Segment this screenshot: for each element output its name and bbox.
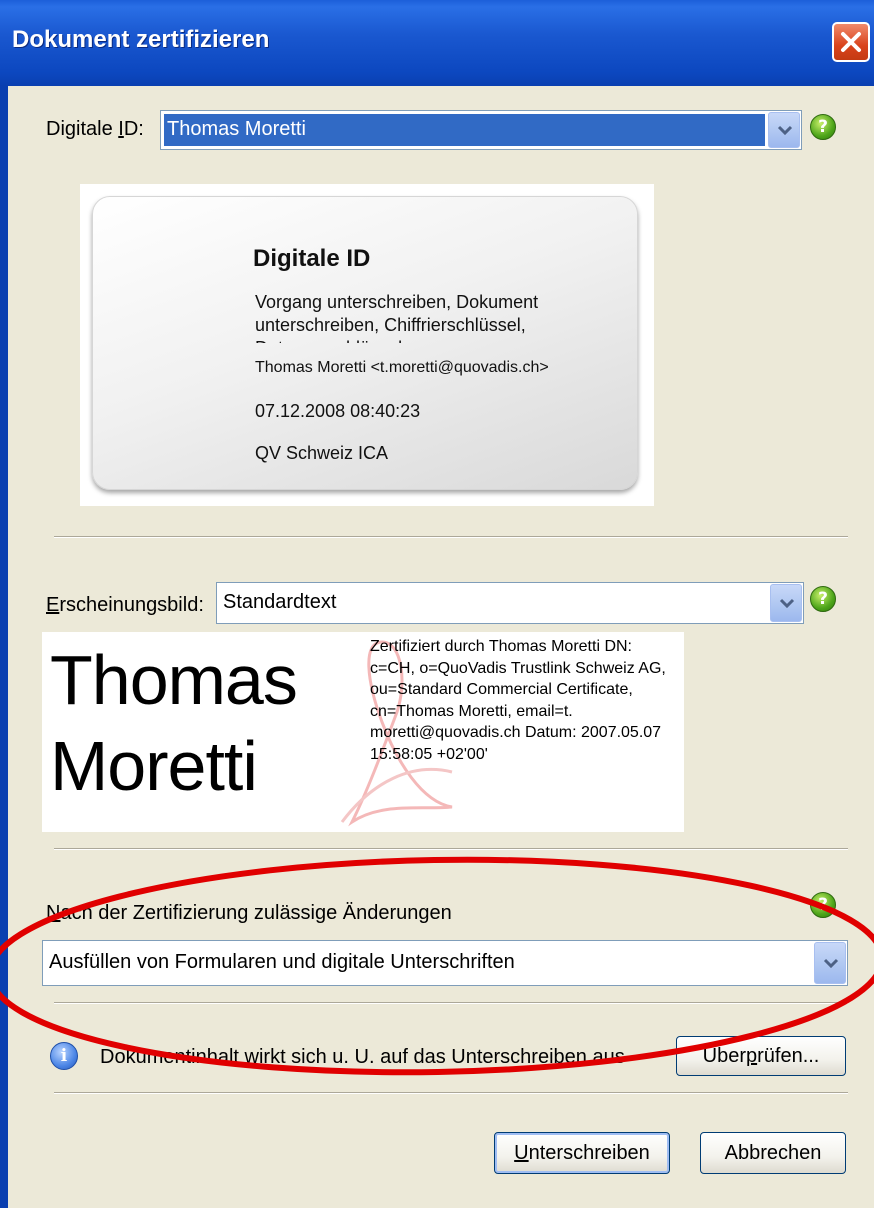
close-button[interactable] <box>832 22 870 62</box>
review-button[interactable]: Überprüfen... <box>676 1036 846 1076</box>
separator <box>54 1092 848 1094</box>
permissions-label: Nach der Zertifizierung zulässige Änderu… <box>46 902 452 924</box>
digital-id-label: Digitale ID: <box>46 118 144 140</box>
info-icon: i <box>50 1042 78 1070</box>
appearance-label: Erscheinungsbild: <box>46 594 204 616</box>
digital-id-help-icon[interactable]: ? <box>810 114 836 140</box>
id-card-title: Digitale ID <box>253 245 371 272</box>
appearance-value: Standardtext <box>223 591 337 613</box>
chevron-down-icon <box>777 125 793 135</box>
info-text: Dokumentinhalt wirkt sich u. U. auf das … <box>100 1046 625 1068</box>
digital-id-card-preview: Digitale ID Vorgang unterschreiben, Doku… <box>80 184 654 506</box>
permissions-dropdown-button[interactable] <box>814 942 846 984</box>
signature-appearance-preview: Thomas Moretti Zertifiziert durch Thomas… <box>42 632 684 832</box>
appearance-select[interactable]: Standardtext <box>216 582 804 624</box>
preview-name-line1: Thomas <box>50 641 298 719</box>
cancel-button[interactable]: Abbrechen <box>700 1132 846 1174</box>
digital-id-select[interactable]: Thomas Moretti <box>160 110 802 150</box>
permissions-value: Ausfüllen von Formularen und digitale Un… <box>49 951 515 973</box>
separator <box>54 1002 848 1004</box>
appearance-help-icon[interactable]: ? <box>810 586 836 612</box>
window-border <box>0 86 8 1208</box>
preview-name-line2: Moretti <box>50 727 258 805</box>
separator <box>54 536 848 538</box>
preview-certificate-details: Zertifiziert durch Thomas Moretti DN: c=… <box>370 638 666 763</box>
id-card: Digitale ID Vorgang unterschreiben, Doku… <box>92 196 638 490</box>
id-card-usage: Vorgang unterschreiben, Dokument untersc… <box>255 292 539 343</box>
close-icon <box>841 32 861 52</box>
certify-document-dialog: Dokument zertifizieren Digitale ID: Thom… <box>0 0 874 1208</box>
appearance-dropdown-button[interactable] <box>770 584 802 622</box>
separator <box>54 848 848 850</box>
id-card-owner: Thomas Moretti <t.moretti@quovadis.ch> <box>255 359 549 376</box>
title-bar[interactable]: Dokument zertifizieren <box>0 0 874 86</box>
window-title: Dokument zertifizieren <box>12 26 270 53</box>
id-card-date: 07.12.2008 08:40:23 <box>255 401 421 421</box>
permissions-help-icon[interactable]: ? <box>810 892 836 918</box>
permissions-select[interactable]: Ausfüllen von Formularen und digitale Un… <box>42 940 848 986</box>
digital-id-dropdown-button[interactable] <box>768 112 800 148</box>
id-card-issuer: QV Schweiz ICA <box>255 443 389 463</box>
sign-button[interactable]: Unterschreiben <box>494 1132 670 1174</box>
chevron-down-icon <box>823 958 839 968</box>
digital-id-value: Thomas Moretti <box>167 118 306 140</box>
chevron-down-icon <box>779 598 795 608</box>
